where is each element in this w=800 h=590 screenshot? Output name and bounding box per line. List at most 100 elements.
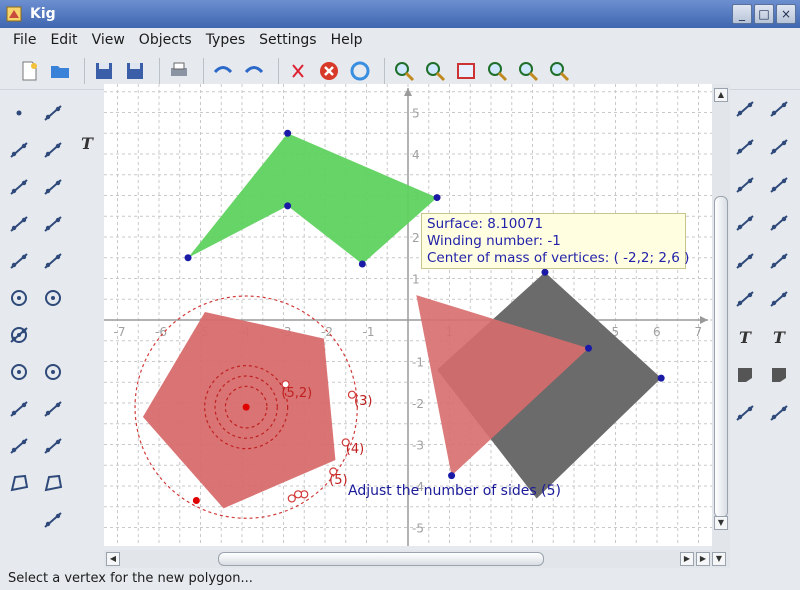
- polygon-vertices-tool[interactable]: [40, 470, 66, 496]
- save-as-button[interactable]: [122, 58, 148, 84]
- measure-angle-tool[interactable]: [732, 210, 758, 236]
- side-count-label: (5): [329, 473, 347, 488]
- text-label-tool[interactable]: T: [74, 130, 100, 156]
- measure-angle-tool-alt[interactable]: [766, 210, 792, 236]
- green-polygon[interactable]: [188, 133, 438, 264]
- fit-to-screen-button[interactable]: [453, 58, 479, 84]
- angle-tool-alt[interactable]: [766, 96, 792, 122]
- cubic-tool[interactable]: [40, 433, 66, 459]
- horizontal-scroll-thumb[interactable]: [218, 552, 544, 566]
- text-label-tool-alt[interactable]: T: [766, 324, 792, 350]
- script-tool-alt[interactable]: [766, 400, 792, 426]
- locus-tool[interactable]: [6, 433, 32, 459]
- reflect-icon: [736, 253, 754, 269]
- area-tool-alt[interactable]: [766, 362, 792, 388]
- cancel-construction-button[interactable]: [316, 58, 342, 84]
- segment-tool[interactable]: [40, 174, 66, 200]
- conic-tool[interactable]: [40, 359, 66, 385]
- zoom-out-icon: [426, 61, 446, 81]
- menu-file[interactable]: File: [6, 32, 43, 48]
- zoom-out-button[interactable]: [422, 58, 448, 84]
- vector-tool[interactable]: [40, 248, 66, 274]
- side-count-marker[interactable]: [293, 490, 303, 499]
- polygon-vertex[interactable]: [448, 472, 456, 480]
- vertical-scrollbar[interactable]: ▲ ▼: [712, 84, 730, 550]
- rotate-tool[interactable]: [732, 286, 758, 312]
- menu-view[interactable]: View: [85, 32, 132, 48]
- point-by-coordinates-tool[interactable]: [40, 100, 66, 126]
- circle-by-center-tool[interactable]: [6, 285, 32, 311]
- vertical-scroll-thumb[interactable]: [714, 196, 728, 518]
- menu-objects[interactable]: Objects: [132, 32, 199, 48]
- menu-types[interactable]: Types: [199, 32, 252, 48]
- bisector-tool-alt[interactable]: [766, 134, 792, 160]
- zoom-rect-button[interactable]: [515, 58, 541, 84]
- scroll-right-arrow-2[interactable]: ▶: [696, 552, 710, 566]
- scroll-corner-arrow[interactable]: ▼: [712, 552, 726, 566]
- pentagon-center[interactable]: [242, 403, 250, 411]
- maximize-button[interactable]: □: [754, 4, 774, 24]
- menu-settings[interactable]: Settings: [252, 32, 323, 48]
- transform-tool[interactable]: [40, 507, 66, 533]
- polygon-vertex[interactable]: [284, 129, 292, 137]
- intersection-point-tool[interactable]: [6, 137, 32, 163]
- scroll-left-arrow[interactable]: ◀: [106, 552, 120, 566]
- reflect-tool-alt[interactable]: [766, 248, 792, 274]
- polygon-vertex[interactable]: [358, 260, 366, 268]
- bisector-tool[interactable]: [732, 134, 758, 160]
- rotate-tool-alt[interactable]: [766, 286, 792, 312]
- menu-help[interactable]: Help: [324, 32, 370, 48]
- ellipse-tool[interactable]: [6, 359, 32, 385]
- polygon-vertex[interactable]: [657, 374, 665, 382]
- midpoint-tool[interactable]: [40, 137, 66, 163]
- new-document-button[interactable]: [16, 58, 42, 84]
- scroll-down-arrow[interactable]: ▼: [714, 516, 728, 530]
- hyperbola-tool[interactable]: [40, 396, 66, 422]
- script-tool[interactable]: [732, 400, 758, 426]
- minimize-button[interactable]: _: [732, 4, 752, 24]
- save-button[interactable]: [91, 58, 117, 84]
- repeat-button[interactable]: [347, 58, 373, 84]
- zoom-in-button[interactable]: [391, 58, 417, 84]
- drawing-canvas[interactable]: -7-6-5-4-3-2-1123456754321-1-2-3-4-5(3)(…: [104, 84, 712, 546]
- delete-button[interactable]: [285, 58, 311, 84]
- area-tool[interactable]: [732, 362, 758, 388]
- red-pentagon[interactable]: [142, 311, 336, 509]
- measure-distance-tool-alt[interactable]: [766, 172, 792, 198]
- polygon-vertex[interactable]: [284, 202, 292, 210]
- point-tool[interactable]: [6, 100, 32, 126]
- text-label-tool[interactable]: T: [732, 324, 758, 350]
- ray-tool[interactable]: [6, 211, 32, 237]
- scroll-up-arrow[interactable]: ▲: [714, 88, 728, 102]
- polygon-vertex[interactable]: [433, 194, 441, 202]
- parallel-line-tool[interactable]: [40, 211, 66, 237]
- menu-edit[interactable]: Edit: [43, 32, 84, 48]
- redo-button[interactable]: [241, 58, 267, 84]
- select-zoom-button[interactable]: [484, 58, 510, 84]
- scroll-right-arrow[interactable]: ▶: [680, 552, 694, 566]
- zoom-area-button[interactable]: [546, 58, 572, 84]
- polygon-vertex[interactable]: [541, 268, 549, 276]
- print-button[interactable]: [166, 58, 192, 84]
- measure-distance-tool[interactable]: [732, 172, 758, 198]
- close-button[interactable]: ×: [776, 4, 796, 24]
- perpendicular-line-tool[interactable]: [6, 248, 32, 274]
- reflect-tool[interactable]: [732, 248, 758, 274]
- open-folder-button[interactable]: [47, 58, 73, 84]
- horizontal-scrollbar[interactable]: ◀ ▶ ▶ ▼: [104, 550, 730, 568]
- angle-tool[interactable]: [732, 96, 758, 122]
- angle-icon: [770, 101, 788, 117]
- geometry-plot[interactable]: -7-6-5-4-3-2-1123456754321-1-2-3-4-5(3)(…: [104, 84, 712, 546]
- polygon-sides-tool[interactable]: [6, 470, 32, 496]
- line-tool[interactable]: [6, 174, 32, 200]
- side-count-marker[interactable]: [287, 494, 296, 503]
- locus-icon: [10, 438, 28, 454]
- undo-button[interactable]: [210, 58, 236, 84]
- title-bar: Kig _ □ ×: [0, 0, 800, 28]
- circle-by-three-points-tool[interactable]: [40, 285, 66, 311]
- arc-tool[interactable]: [6, 322, 32, 348]
- polygon-vertex[interactable]: [184, 254, 192, 262]
- parabola-tool[interactable]: [6, 396, 32, 422]
- pentagon-vertex[interactable]: [192, 497, 200, 505]
- polygon-vertex[interactable]: [585, 344, 593, 352]
